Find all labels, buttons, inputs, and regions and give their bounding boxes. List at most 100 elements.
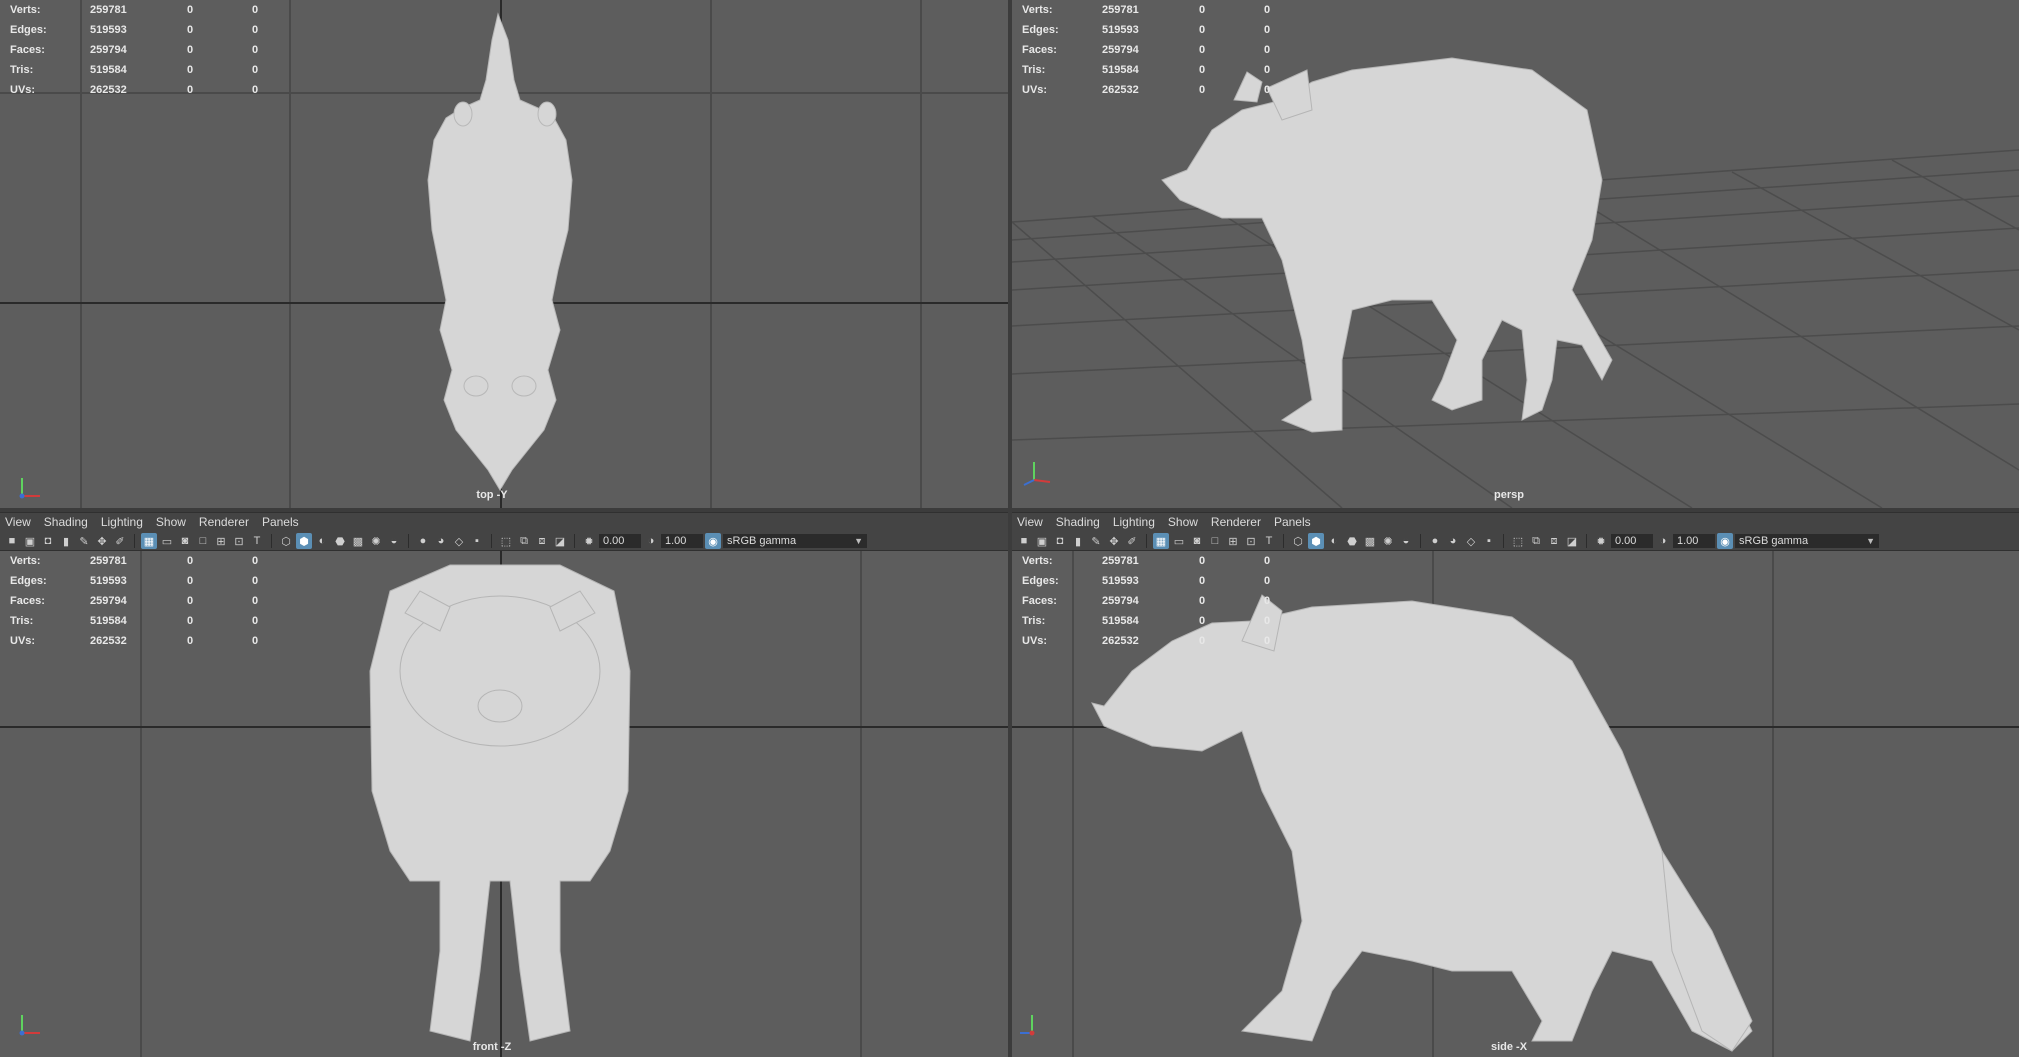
textured-icon[interactable]: ⬣ <box>1344 533 1360 549</box>
grease-pencil-icon[interactable]: ✎ <box>1088 533 1104 549</box>
lights-icon[interactable]: ✺ <box>1380 533 1396 549</box>
separator <box>1146 534 1147 548</box>
exposure-icon[interactable]: ✹ <box>1593 533 1609 549</box>
smooth-shade-icon[interactable]: ⬢ <box>296 533 312 549</box>
ambient-occlusion-icon[interactable]: ● <box>415 533 431 549</box>
gate-mask-icon[interactable]: □ <box>1207 533 1223 549</box>
wireframe-icon[interactable]: ⬡ <box>278 533 294 549</box>
color-management-icon[interactable]: ◉ <box>1717 533 1733 549</box>
stat-value: 259781 <box>90 4 127 16</box>
color-space-dropdown[interactable]: sRGB gamma ▼ <box>723 534 867 548</box>
xray-icon[interactable]: ⧉ <box>1528 533 1544 549</box>
resolution-gate-icon[interactable]: ◙ <box>177 533 193 549</box>
menu-renderer[interactable]: Renderer <box>1206 515 1269 531</box>
gamma-icon[interactable]: ◑ <box>643 533 659 549</box>
xray-icon[interactable]: ⧉ <box>516 533 532 549</box>
menu-renderer[interactable]: Renderer <box>194 515 257 531</box>
menu-show[interactable]: Show <box>1163 515 1206 531</box>
stat-selected: 0 <box>1199 575 1206 587</box>
anti-aliasing-icon[interactable]: ◇ <box>1463 533 1479 549</box>
stat-value: 262532 <box>90 84 127 96</box>
grease-pencil-icon[interactable]: ✎ <box>76 533 92 549</box>
safe-action-icon[interactable]: ⊡ <box>1243 533 1259 549</box>
xray-active-icon[interactable]: ◪ <box>552 533 568 549</box>
wireframe-on-shaded-icon[interactable]: ◐ <box>314 533 330 549</box>
viewport-front[interactable]: Verts: 259781 0 0 Edges: 519593 0 0 Faces: 2597… <box>0 551 1008 1057</box>
xray-joints-icon[interactable]: ⧈ <box>1546 533 1562 549</box>
stat-label: Edges: <box>1022 24 1059 36</box>
grid-icon[interactable]: ▦ <box>141 533 157 549</box>
gate-mask-icon[interactable]: □ <box>195 533 211 549</box>
bookmark-icon[interactable]: ◘ <box>40 533 56 549</box>
menu-lighting[interactable]: Lighting <box>96 515 151 531</box>
camera-icon[interactable]: ■ <box>4 533 20 549</box>
safe-action-icon[interactable]: ⊡ <box>231 533 247 549</box>
wireframe-on-shaded-icon[interactable]: ◐ <box>1326 533 1342 549</box>
field-chart-icon[interactable]: ⊞ <box>213 533 229 549</box>
safe-title-icon[interactable]: T <box>1261 533 1277 549</box>
menu-lighting[interactable]: Lighting <box>1108 515 1163 531</box>
viewport-persp[interactable]: Verts: 259781 0 0 Edges: 519593 0 0 Faces: 2597… <box>1012 0 2019 508</box>
gamma-field[interactable]: 1.00 <box>661 534 703 548</box>
exposure-field[interactable]: 0.00 <box>599 534 641 548</box>
safe-title-icon[interactable]: T <box>249 533 265 549</box>
color-management-icon[interactable]: ◉ <box>705 533 721 549</box>
paint-icon[interactable]: ✐ <box>112 533 128 549</box>
gamma-icon[interactable]: ◑ <box>1655 533 1671 549</box>
smooth-shade-icon[interactable]: ⬢ <box>1308 533 1324 549</box>
menu-show[interactable]: Show <box>151 515 194 531</box>
viewport-top[interactable]: Verts: 259781 0 0 Edges: 519593 0 0 Faces: 2597… <box>0 0 1008 508</box>
checker-icon[interactable]: ▩ <box>1362 533 1378 549</box>
ambient-occlusion-icon[interactable]: ● <box>1427 533 1443 549</box>
stat-triangles: 0 <box>1264 44 1271 56</box>
stat-label: Edges: <box>1022 575 1059 587</box>
depth-of-field-icon[interactable]: ▪ <box>469 533 485 549</box>
2d-pan-zoom-icon[interactable]: ✥ <box>94 533 110 549</box>
film-gate-icon[interactable]: ▭ <box>159 533 175 549</box>
resolution-gate-icon[interactable]: ◙ <box>1189 533 1205 549</box>
stats-hud: Verts: 259781 0 0 Edges: 519593 0 0 Faces: 2597… <box>1022 551 1270 651</box>
axis-gizmo-icon <box>1020 1015 1035 1036</box>
gamma-field[interactable]: 1.00 <box>1673 534 1715 548</box>
2d-pan-zoom-icon[interactable]: ✥ <box>1106 533 1122 549</box>
menu-view[interactable]: View <box>1012 515 1051 531</box>
camera-icon[interactable]: ■ <box>1016 533 1032 549</box>
paint-icon[interactable]: ✐ <box>1124 533 1140 549</box>
viewport-divider[interactable] <box>0 508 2019 512</box>
stat-triangles: 0 <box>252 615 259 627</box>
lights-icon[interactable]: ✺ <box>368 533 384 549</box>
xray-active-icon[interactable]: ◪ <box>1564 533 1580 549</box>
stat-selected: 0 <box>187 44 194 56</box>
menu-view[interactable]: View <box>0 515 39 531</box>
motion-blur-icon[interactable]: ◕ <box>433 533 449 549</box>
motion-blur-icon[interactable]: ◕ <box>1445 533 1461 549</box>
menu-panels[interactable]: Panels <box>257 515 307 531</box>
checker-icon[interactable]: ▩ <box>350 533 366 549</box>
image-plane-icon[interactable]: ▮ <box>58 533 74 549</box>
bookmark-icon[interactable]: ◘ <box>1052 533 1068 549</box>
isolate-icon[interactable]: ⬚ <box>1510 533 1526 549</box>
menu-panels[interactable]: Panels <box>1269 515 1319 531</box>
stats-hud: Verts: 259781 0 0 Edges: 519593 0 0 Faces: 2597… <box>1022 0 1270 100</box>
viewport-divider[interactable] <box>1008 0 1012 1057</box>
viewport-side[interactable]: Verts: 259781 0 0 Edges: 519593 0 0 Faces: 2597… <box>1012 551 2019 1057</box>
exposure-icon[interactable]: ✹ <box>581 533 597 549</box>
grid-icon[interactable]: ▦ <box>1153 533 1169 549</box>
shadows-icon[interactable]: ◒ <box>386 533 402 549</box>
wireframe-icon[interactable]: ⬡ <box>1290 533 1306 549</box>
depth-of-field-icon[interactable]: ▪ <box>1481 533 1497 549</box>
shadows-icon[interactable]: ◒ <box>1398 533 1414 549</box>
menu-shading[interactable]: Shading <box>39 515 96 531</box>
menu-shading[interactable]: Shading <box>1051 515 1108 531</box>
camera-attributes-icon[interactable]: ▣ <box>1034 533 1050 549</box>
isolate-icon[interactable]: ⬚ <box>498 533 514 549</box>
color-space-dropdown[interactable]: sRGB gamma ▼ <box>1735 534 1879 548</box>
image-plane-icon[interactable]: ▮ <box>1070 533 1086 549</box>
xray-joints-icon[interactable]: ⧈ <box>534 533 550 549</box>
field-chart-icon[interactable]: ⊞ <box>1225 533 1241 549</box>
exposure-field[interactable]: 0.00 <box>1611 534 1653 548</box>
textured-icon[interactable]: ⬣ <box>332 533 348 549</box>
camera-attributes-icon[interactable]: ▣ <box>22 533 38 549</box>
anti-aliasing-icon[interactable]: ◇ <box>451 533 467 549</box>
film-gate-icon[interactable]: ▭ <box>1171 533 1187 549</box>
